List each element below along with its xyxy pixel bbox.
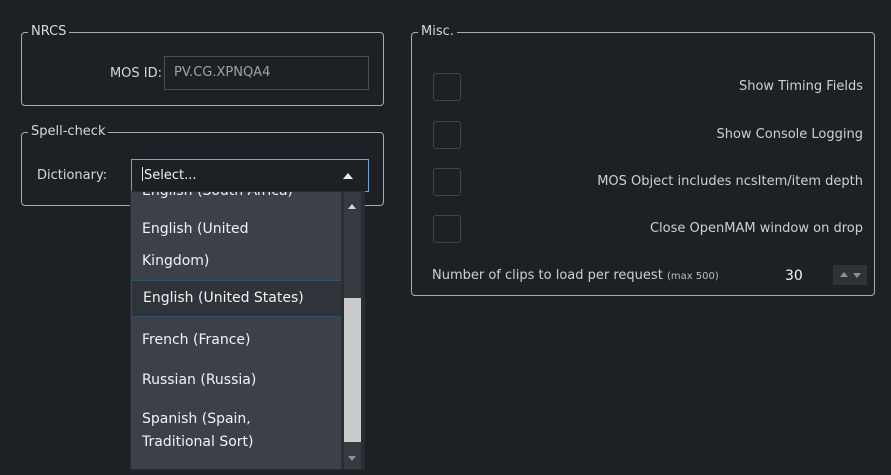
settings-panel: NRCS MOS ID: PV.CG.XPNQA4 Spell-check Di… — [0, 0, 891, 475]
mos-object-depth-label: MOS Object includes ncsItem/item depth — [597, 174, 863, 189]
show-timing-fields-checkbox[interactable] — [433, 73, 461, 101]
dropdown-option-english-us[interactable]: English (United States) — [131, 280, 343, 317]
show-timing-fields-label: Show Timing Fields — [738, 79, 863, 94]
misc-legend: Misc. — [421, 24, 454, 39]
scroll-down-icon[interactable] — [348, 456, 356, 461]
clips-stepper[interactable] — [833, 265, 867, 285]
dropdown-option-french-france[interactable]: French (France) — [131, 329, 343, 351]
stepper-up-icon[interactable] — [840, 272, 848, 277]
nrcs-group: NRCS MOS ID: PV.CG.XPNQA4 — [21, 25, 384, 106]
show-console-logging-checkbox[interactable] — [433, 121, 461, 149]
mos-id-field[interactable]: PV.CG.XPNQA4 — [164, 56, 369, 90]
spell-check-legend: Spell-check — [31, 124, 106, 139]
dictionary-select-value: Select... — [144, 168, 197, 183]
dropdown-option-label-line1: Spanish (Spain, — [142, 411, 251, 427]
stepper-down-icon[interactable] — [853, 273, 861, 278]
close-openmam-label: Close OpenMAM window on drop — [649, 221, 863, 236]
dictionary-dropdown-list: English (South Africa) English (United K… — [130, 191, 365, 470]
dropdown-option-label: English (United States) — [143, 290, 304, 306]
clips-per-request-label: Number of clips to load per request (max… — [432, 268, 719, 283]
misc-group: Misc. Show Timing Fields Show Console Lo… — [411, 25, 875, 296]
dropdown-scrollbar[interactable] — [341, 192, 364, 469]
dictionary-label: Dictionary: — [37, 168, 108, 183]
show-console-logging-label: Show Console Logging — [716, 127, 863, 142]
close-openmam-checkbox[interactable] — [433, 215, 461, 243]
dropdown-option-label: French (France) — [142, 332, 251, 348]
dropdown-option-spanish-spain[interactable]: Spanish (Spain, Traditional Sort) — [131, 408, 343, 453]
caret-up-icon[interactable] — [343, 173, 353, 179]
dropdown-option-english-uk[interactable]: English (United Kingdom) — [131, 218, 343, 272]
text-cursor — [142, 167, 143, 181]
mos-object-depth-checkbox[interactable] — [433, 168, 461, 196]
dropdown-option-russian-russia[interactable]: Russian (Russia) — [131, 369, 343, 391]
clips-per-request-text: Number of clips to load per request — [432, 268, 663, 283]
nrcs-legend: NRCS — [31, 24, 67, 39]
clips-per-request-input[interactable]: 30 — [781, 263, 837, 289]
dropdown-option-english-south-africa[interactable]: English (South Africa) — [131, 191, 343, 204]
scrollbar-thumb[interactable] — [344, 298, 361, 442]
dictionary-select[interactable]: Select... — [131, 159, 369, 192]
dropdown-option-label: Russian (Russia) — [142, 372, 257, 388]
dropdown-option-label-line2: Traditional Sort) — [142, 434, 254, 450]
clips-max-hint: (max 500) — [666, 271, 719, 282]
scroll-up-icon[interactable] — [348, 204, 356, 209]
mos-id-label: MOS ID: — [109, 66, 162, 81]
dropdown-option-label-line2: Kingdom) — [142, 253, 210, 269]
dropdown-option-label-line1: English (United — [142, 221, 249, 237]
dropdown-option-label: English (South Africa) — [142, 191, 293, 199]
